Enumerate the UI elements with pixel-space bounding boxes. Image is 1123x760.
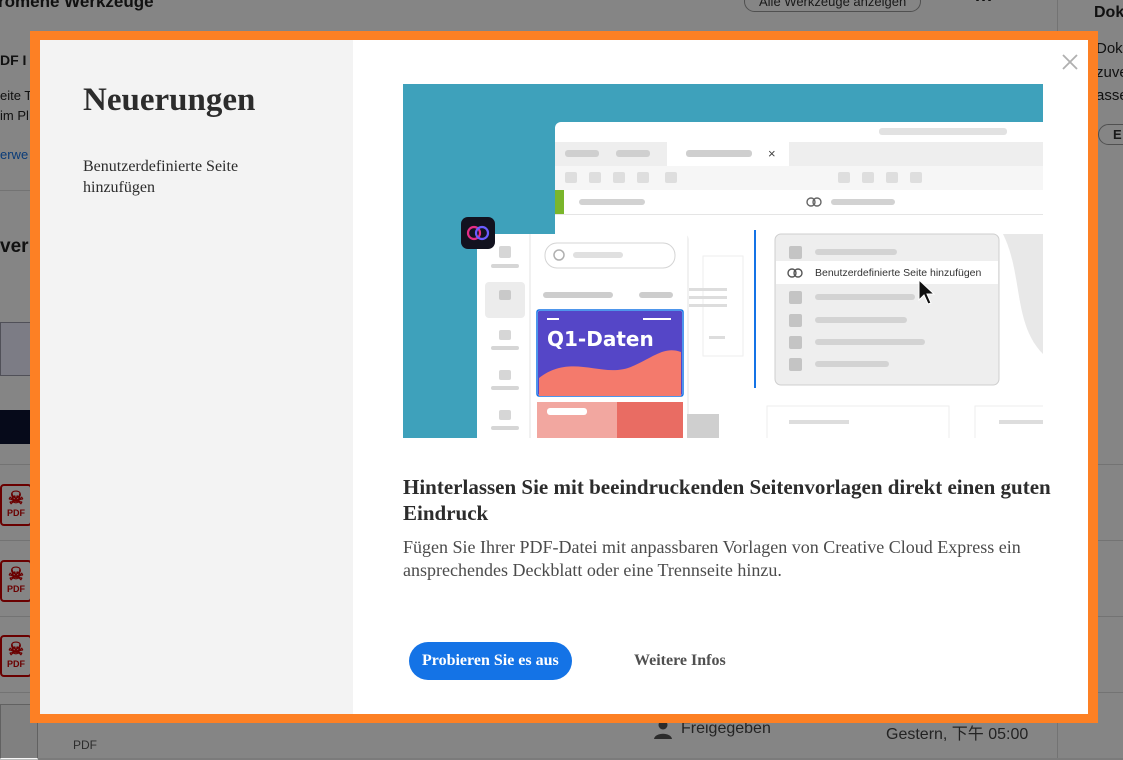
- dialog-title: Neuerungen: [83, 82, 256, 118]
- feature-illustration: × Q1-Daten Benutzerdefinierte Seite hinz…: [403, 84, 1043, 438]
- hero-menu-item: Benutzerdefinierte Seite hinzufügen: [815, 267, 982, 279]
- feature-headline: Hinterlassen Sie mit beeindruckenden Sei…: [403, 475, 1051, 525]
- feature-description: Fügen Sie Ihrer PDF-Datei mit anpassbare…: [403, 537, 1021, 580]
- dialog-sidebar: Neuerungen Benutzerdefinierte Seite hinz…: [40, 40, 353, 714]
- hero-card-title: Q1-Daten: [547, 327, 654, 351]
- hero-tab-close-icon: ×: [768, 146, 776, 161]
- try-it-button[interactable]: Probieren Sie es aus: [409, 642, 572, 680]
- close-icon[interactable]: [1058, 50, 1082, 74]
- whats-new-dialog: Neuerungen Benutzerdefinierte Seite hinz…: [40, 40, 1088, 714]
- learn-more-button[interactable]: Weitere Infos: [620, 642, 740, 680]
- sidebar-item-custom-page[interactable]: Benutzerdefinierte Seite hinzufügen: [83, 156, 283, 198]
